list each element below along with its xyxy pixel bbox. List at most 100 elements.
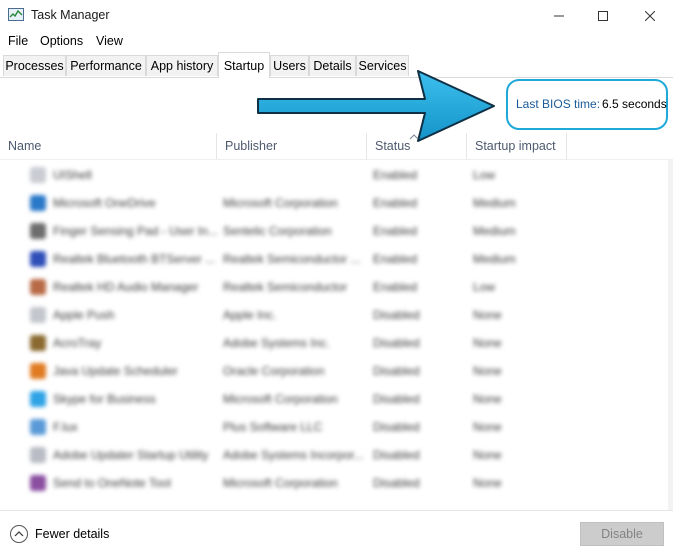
table-row[interactable]: Apple Push Apple Inc. Disabled None	[0, 301, 668, 329]
table-row[interactable]: Skype for Business Microsoft Corporation D…	[0, 385, 668, 413]
chevron-up-circle-icon[interactable]	[9, 524, 29, 544]
app-icon	[30, 307, 46, 323]
footer-bar: Fewer details Disable	[0, 511, 673, 559]
startup-list: UIShell Enabled Low Microsoft OneDrive Micro…	[0, 160, 673, 510]
row-impact: None	[473, 336, 502, 350]
bios-time-label: Last BIOS time:	[516, 97, 601, 111]
close-button[interactable]	[627, 0, 673, 31]
title-bar: Task Manager	[0, 0, 673, 31]
column-header-status[interactable]: Status	[367, 133, 467, 159]
column-header-startup-impact[interactable]: Startup impact	[467, 133, 567, 159]
row-name: F.lux	[53, 420, 78, 434]
minimize-button[interactable]	[536, 0, 582, 31]
row-status: Enabled	[373, 168, 418, 182]
row-impact: None	[473, 364, 502, 378]
menu-view[interactable]: View	[96, 34, 123, 48]
column-header-name[interactable]: Name	[0, 133, 217, 159]
row-name: AcroTray	[53, 336, 102, 350]
row-publisher: Realtek Semiconductor ...	[223, 252, 361, 266]
row-status: Disabled	[373, 364, 420, 378]
app-icon	[30, 223, 46, 239]
row-name: Apple Push	[53, 308, 115, 322]
row-publisher: Apple Inc.	[223, 308, 277, 322]
app-icon	[30, 195, 46, 211]
table-row[interactable]: Realtek HD Audio Manager Realtek Semicond…	[0, 273, 668, 301]
fewer-details-link[interactable]: Fewer details	[35, 527, 109, 541]
app-icon	[30, 475, 46, 491]
row-name: Realtek HD Audio Manager	[53, 280, 199, 294]
app-icon	[30, 363, 46, 379]
row-status: Enabled	[373, 280, 418, 294]
row-impact: Medium	[473, 196, 516, 210]
app-icon	[30, 391, 46, 407]
maximize-button[interactable]	[580, 0, 626, 31]
row-status: Disabled	[373, 336, 420, 350]
row-publisher: Adobe Systems Inc.	[223, 336, 330, 350]
table-row[interactable]: Send to OneNote Tool Microsoft Corporatio…	[0, 469, 668, 497]
row-publisher: Microsoft Corporation	[223, 476, 338, 490]
app-icon	[30, 167, 46, 183]
menu-file[interactable]: File	[8, 34, 28, 48]
row-impact: None	[473, 308, 502, 322]
row-name: Send to OneNote Tool	[53, 476, 171, 490]
table-row[interactable]: UIShell Enabled Low	[0, 161, 668, 189]
row-impact: None	[473, 448, 502, 462]
row-impact: None	[473, 392, 502, 406]
row-status: Disabled	[373, 308, 420, 322]
table-row[interactable]: Realtek Bluetooth BTServer ... Realtek Se…	[0, 245, 668, 273]
table-row[interactable]: Finger Sensing Pad - User In... Sentelic …	[0, 217, 668, 245]
maximize-icon	[598, 10, 608, 21]
app-icon	[30, 251, 46, 267]
tab-startup[interactable]: Startup	[218, 52, 270, 78]
bios-time-value: 6.5 seconds	[602, 97, 667, 111]
row-status: Enabled	[373, 224, 418, 238]
table-row[interactable]: Java Update Scheduler Oracle Corporation D…	[0, 357, 668, 385]
row-publisher: Sentelic Corporation	[223, 224, 332, 238]
row-impact: Low	[473, 280, 496, 294]
menu-options[interactable]: Options	[40, 34, 83, 48]
row-publisher: Microsoft Corporation	[223, 196, 338, 210]
row-publisher: Realtek Semiconductor	[223, 280, 348, 294]
minimize-icon	[554, 15, 564, 16]
tab-processes[interactable]: Processes	[3, 55, 66, 76]
table-row[interactable]: Microsoft OneDrive Microsoft Corporation E…	[0, 189, 668, 217]
table-row[interactable]: F.lux Plus Software LLC Disabled None	[0, 413, 668, 441]
row-impact: Medium	[473, 224, 516, 238]
row-publisher: Adobe Systems Incorpor...	[223, 448, 364, 462]
row-status: Enabled	[373, 252, 418, 266]
row-publisher: Oracle Corporation	[223, 364, 325, 378]
row-name: Finger Sensing Pad - User In...	[53, 224, 218, 238]
tab-app-history[interactable]: App history	[146, 55, 218, 76]
row-impact: None	[473, 420, 502, 434]
app-icon	[30, 279, 46, 295]
table-row[interactable]: AcroTray Adobe Systems Inc. Disabled None	[0, 329, 668, 357]
row-impact: Low	[473, 168, 496, 182]
row-status: Disabled	[373, 448, 420, 462]
row-status: Disabled	[373, 420, 420, 434]
app-icon	[30, 447, 46, 463]
row-publisher: Microsoft Corporation	[223, 392, 338, 406]
row-status: Disabled	[373, 476, 420, 490]
row-status: Disabled	[373, 392, 420, 406]
disable-button[interactable]: Disable	[580, 522, 664, 546]
close-icon	[645, 10, 655, 21]
column-header-publisher[interactable]: Publisher	[217, 133, 367, 159]
app-icon	[30, 335, 46, 351]
row-impact: Medium	[473, 252, 516, 266]
menu-bar: File Options View	[0, 31, 673, 52]
row-status: Enabled	[373, 196, 418, 210]
row-impact: None	[473, 476, 502, 490]
row-name: Skype for Business	[53, 392, 156, 406]
row-name: Realtek Bluetooth BTServer ...	[53, 252, 216, 266]
table-row[interactable]: Adobe Updater Startup Utility Adobe Syste…	[0, 441, 668, 469]
row-name: Adobe Updater Startup Utility	[53, 448, 209, 462]
tab-performance[interactable]: Performance	[66, 55, 146, 76]
row-name: UIShell	[53, 168, 92, 182]
vertical-scrollbar[interactable]	[668, 160, 673, 510]
row-name: Microsoft OneDrive	[53, 196, 156, 210]
row-name: Java Update Scheduler	[53, 364, 178, 378]
app-icon	[30, 419, 46, 435]
window-title: Task Manager	[31, 8, 110, 22]
row-publisher: Plus Software LLC	[223, 420, 323, 434]
task-manager-icon	[8, 8, 24, 21]
